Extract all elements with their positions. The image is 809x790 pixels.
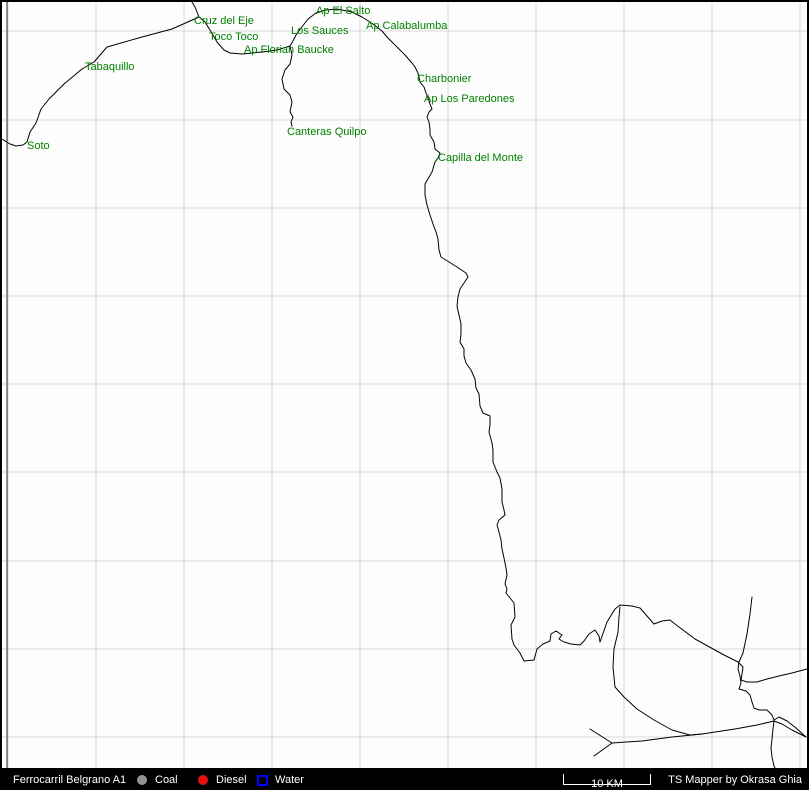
station-label: Cruz del Eje: [194, 15, 254, 27]
track-south-line-to-bottom-edge: [771, 721, 775, 768]
station-label: Tabaquillo: [85, 61, 135, 73]
station-label: Canteras Quilpo: [287, 126, 367, 138]
railway-map-canvas: [2, 2, 807, 768]
station-label: Ap Los Paredones: [424, 93, 515, 105]
water-square-icon: [257, 775, 268, 786]
station-label: Ap Florian Baucke: [244, 44, 334, 56]
legend-label: Coal: [155, 774, 178, 786]
scale-bar: 10 KM: [563, 774, 651, 785]
diesel-dot-icon: [198, 775, 208, 785]
station-label: Los Sauces: [291, 25, 348, 37]
coal-dot-icon: [137, 775, 147, 785]
track-southwest-branch: [613, 607, 702, 735]
station-label: Capilla del Monte: [438, 152, 523, 164]
legend-label: Diesel: [216, 774, 247, 786]
station-label: Ap El Salto: [316, 5, 370, 17]
ts-mapper-window: Cruz del Eje Toco Toco Ap El Salto Los Sauc…: [0, 0, 809, 790]
station-label: Toco Toco: [209, 31, 258, 43]
track-north-stub-line: [738, 597, 774, 720]
station-label: Ap Calabalumba: [366, 20, 447, 32]
track-west-wye-upper: [590, 729, 612, 743]
track-east-wye-upper: [774, 717, 806, 737]
scale-label: 10 KM: [564, 778, 650, 790]
track-long-diagonal: [612, 721, 774, 743]
station-label: Soto: [27, 140, 50, 152]
credit-text: TS Mapper by Okrasa Ghia: [668, 774, 802, 786]
station-label: Charbonier: [417, 73, 471, 85]
legend-label: Water: [275, 774, 304, 786]
route-map[interactable]: Cruz del Eje Toco Toco Ap El Salto Los Sauc…: [0, 0, 809, 770]
status-bar: Ferrocarril Belgrano A1 CoalDieselWater …: [0, 770, 809, 790]
track-west-wye-lower: [594, 743, 612, 756]
route-name: Ferrocarril Belgrano A1: [13, 774, 126, 786]
track-west-main-line: [2, 17, 199, 146]
track-east-line-to-right-edge: [620, 605, 807, 682]
track-canteras-quilpo-branch: [282, 46, 293, 126]
track-main-line-south: [290, 9, 620, 661]
